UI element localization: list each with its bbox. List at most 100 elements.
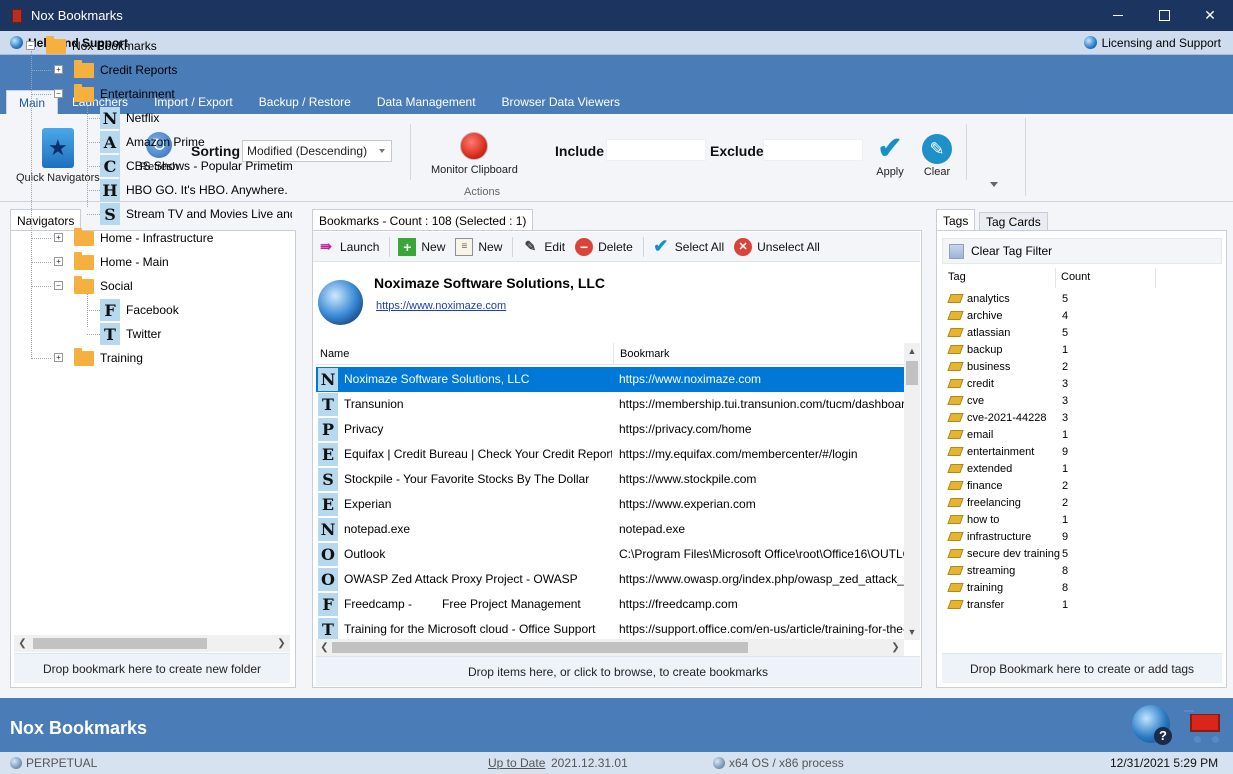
tree-bookmark[interactable]: T Twitter (100, 322, 161, 346)
tag-row[interactable]: freelancing 2 (946, 494, 1216, 511)
clear-tag-filter-button[interactable]: Clear Tag Filter (942, 238, 1222, 264)
help-globe-icon[interactable] (1132, 705, 1172, 745)
tab-data-management[interactable]: Data Management (365, 90, 488, 114)
tree-bookmark[interactable]: N Netflix (100, 106, 159, 130)
tag-row[interactable]: atlassian 5 (946, 324, 1216, 341)
tree-folder[interactable]: Social (74, 274, 133, 298)
unselect-all-button[interactable]: ✕ Unselect All (734, 237, 820, 256)
tag-row[interactable]: extended 1 (946, 460, 1216, 477)
tag-row[interactable]: analytics 5 (946, 290, 1216, 307)
tree-folder[interactable]: Home - Main (74, 250, 169, 274)
column-count[interactable]: Count (1061, 271, 1090, 283)
table-row[interactable]: S Stockpile - Your Favorite Stocks By The… (316, 467, 904, 492)
scroll-down-icon[interactable]: ▼ (904, 624, 920, 640)
collapse-icon[interactable]: − (54, 281, 63, 290)
expand-icon[interactable]: + (54, 233, 63, 242)
close-button[interactable]: ✕ (1187, 0, 1233, 31)
tree-bookmark[interactable]: F Facebook (100, 298, 179, 322)
navigators-dropzone[interactable]: Drop bookmark here to create new folder (14, 653, 290, 683)
tag-row[interactable]: secure dev training 5 (946, 545, 1216, 562)
table-row[interactable]: O Outlook C:\Program Files\Microsoft Offic… (316, 542, 904, 567)
tag-row[interactable]: cve-2021-44228 3 (946, 409, 1216, 426)
tag-row[interactable]: streaming 8 (946, 562, 1216, 579)
table-row[interactable]: E Equifax | Credit Bureau | Check Your Cr… (316, 442, 904, 467)
clear-button[interactable]: ✎ Clear (922, 134, 952, 178)
expand-icon[interactable]: + (54, 257, 63, 266)
tree-bookmark[interactable]: H HBO GO. It's HBO. Anywhere. (100, 178, 288, 202)
table-row[interactable]: O OWASP Zed Attack Proxy Project - OWASP h… (316, 567, 904, 592)
minimize-button[interactable] (1095, 0, 1141, 31)
tag-row[interactable]: finance 2 (946, 477, 1216, 494)
table-row[interactable]: F Freedcamp - Free Project Management http… (316, 592, 904, 617)
scroll-thumb[interactable] (332, 642, 748, 653)
new-bookmark-button[interactable]: + New (398, 237, 445, 256)
tag-row[interactable]: how to 1 (946, 511, 1216, 528)
table-row[interactable]: E Experian https://www.experian.com (316, 492, 904, 517)
update-status-link[interactable]: Up to Date (488, 756, 545, 770)
tab-tags[interactable]: Tags (936, 209, 976, 231)
tree-folder[interactable]: Credit Reports (74, 58, 177, 82)
include-input[interactable] (606, 139, 706, 161)
tag-row[interactable]: entertainment 9 (946, 443, 1216, 460)
maximize-button[interactable] (1141, 0, 1187, 31)
new-note-button[interactable]: ≡ New (455, 237, 502, 256)
tag-row[interactable]: archive 4 (946, 307, 1216, 324)
column-separator (1055, 268, 1056, 288)
tag-row[interactable]: email 1 (946, 426, 1216, 443)
tree-bookmark[interactable]: C CBS Shows - Popular Primetime, Daytime,… (100, 154, 292, 178)
bookmarks-dropzone[interactable]: Drop items here, or click to browse, to … (316, 656, 920, 686)
table-row[interactable]: Nnotepad.exe notepad.exe (316, 517, 904, 542)
expand-icon[interactable]: + (54, 65, 63, 74)
tree-bookmark[interactable]: S Stream TV and Movies Live and Online (100, 202, 292, 226)
tag-row[interactable]: credit 3 (946, 375, 1216, 392)
version-label: 2021.12.31.01 (551, 756, 628, 770)
column-name[interactable]: Name (320, 348, 349, 360)
bookmark-url-cell: https://www.stockpile.com (619, 472, 757, 486)
apply-button[interactable]: ✔ Apply (875, 134, 905, 179)
tab-tag-cards[interactable]: Tag Cards (979, 212, 1048, 231)
tag-row[interactable]: transfer 1 (946, 596, 1216, 613)
launch-button[interactable]: ⇛ Launch (317, 238, 379, 256)
tree-root-nox-bookmarks[interactable]: − Nox Bookmarks (26, 34, 157, 58)
tab-browser-data-viewers[interactable]: Browser Data Viewers (490, 90, 633, 114)
column-tag[interactable]: Tag (948, 271, 966, 283)
tree-folder[interactable]: Training (74, 346, 143, 370)
table-row[interactable]: N Noximaze Software Solutions, LLC https:/… (316, 367, 904, 392)
exclude-input[interactable] (763, 139, 863, 161)
tag-row[interactable]: infrastructure 9 (946, 528, 1216, 545)
delete-button[interactable]: − Delete (575, 237, 633, 256)
column-bookmark[interactable]: Bookmark (620, 348, 670, 360)
tab-bookmarks[interactable]: Bookmarks - Count : 108 (Selected : 1) (312, 209, 534, 231)
table-row[interactable]: T Training for the Microsoft cloud - Offi… (316, 617, 904, 640)
scroll-left-icon[interactable]: ❮ (14, 635, 31, 652)
ribbon-overflow-icon[interactable] (990, 182, 998, 187)
collapse-icon[interactable]: − (26, 41, 35, 50)
selected-bookmark-url[interactable]: https://www.noximaze.com (376, 300, 506, 312)
scroll-right-icon[interactable]: ❯ (273, 635, 290, 652)
scroll-thumb[interactable] (33, 638, 207, 649)
licensing-and-support-link[interactable]: Licensing and Support (1083, 36, 1221, 50)
tree-bookmark[interactable]: A Amazon Prime (100, 130, 205, 154)
shopping-cart-icon[interactable] (1184, 708, 1226, 744)
tags-dropzone[interactable]: Drop Bookmark here to create or add tags (942, 653, 1222, 683)
bookmarks-vscrollbar[interactable]: ▲ ▼ (904, 343, 920, 640)
scroll-up-icon[interactable]: ▲ (904, 343, 920, 359)
tag-row[interactable]: cve 3 (946, 392, 1216, 409)
bookmarks-hscrollbar[interactable]: ❮ ❯ (316, 639, 904, 656)
tag-row[interactable]: training 8 (946, 579, 1216, 596)
collapse-icon[interactable]: − (54, 89, 63, 98)
tag-row[interactable]: business 2 (946, 358, 1216, 375)
tree-folder[interactable]: Entertainment (74, 82, 175, 106)
expand-icon[interactable]: + (54, 353, 63, 362)
scroll-left-icon[interactable]: ❮ (316, 639, 333, 656)
monitor-clipboard-button[interactable]: Monitor Clipboard (431, 132, 518, 176)
scroll-thumb[interactable] (906, 361, 918, 385)
tree-folder[interactable]: Home - Infrastructure (74, 226, 213, 250)
table-row[interactable]: P Privacy https://privacy.com/home (316, 417, 904, 442)
scroll-right-icon[interactable]: ❯ (887, 639, 904, 656)
tag-row[interactable]: backup 1 (946, 341, 1216, 358)
table-row[interactable]: T Transunion https://membership.tui.transu… (316, 392, 904, 417)
navigators-hscrollbar[interactable]: ❮ ❯ (14, 635, 290, 652)
edit-button[interactable]: ✎ Edit (521, 238, 566, 256)
select-all-button[interactable]: ✔ Select All (652, 236, 724, 256)
